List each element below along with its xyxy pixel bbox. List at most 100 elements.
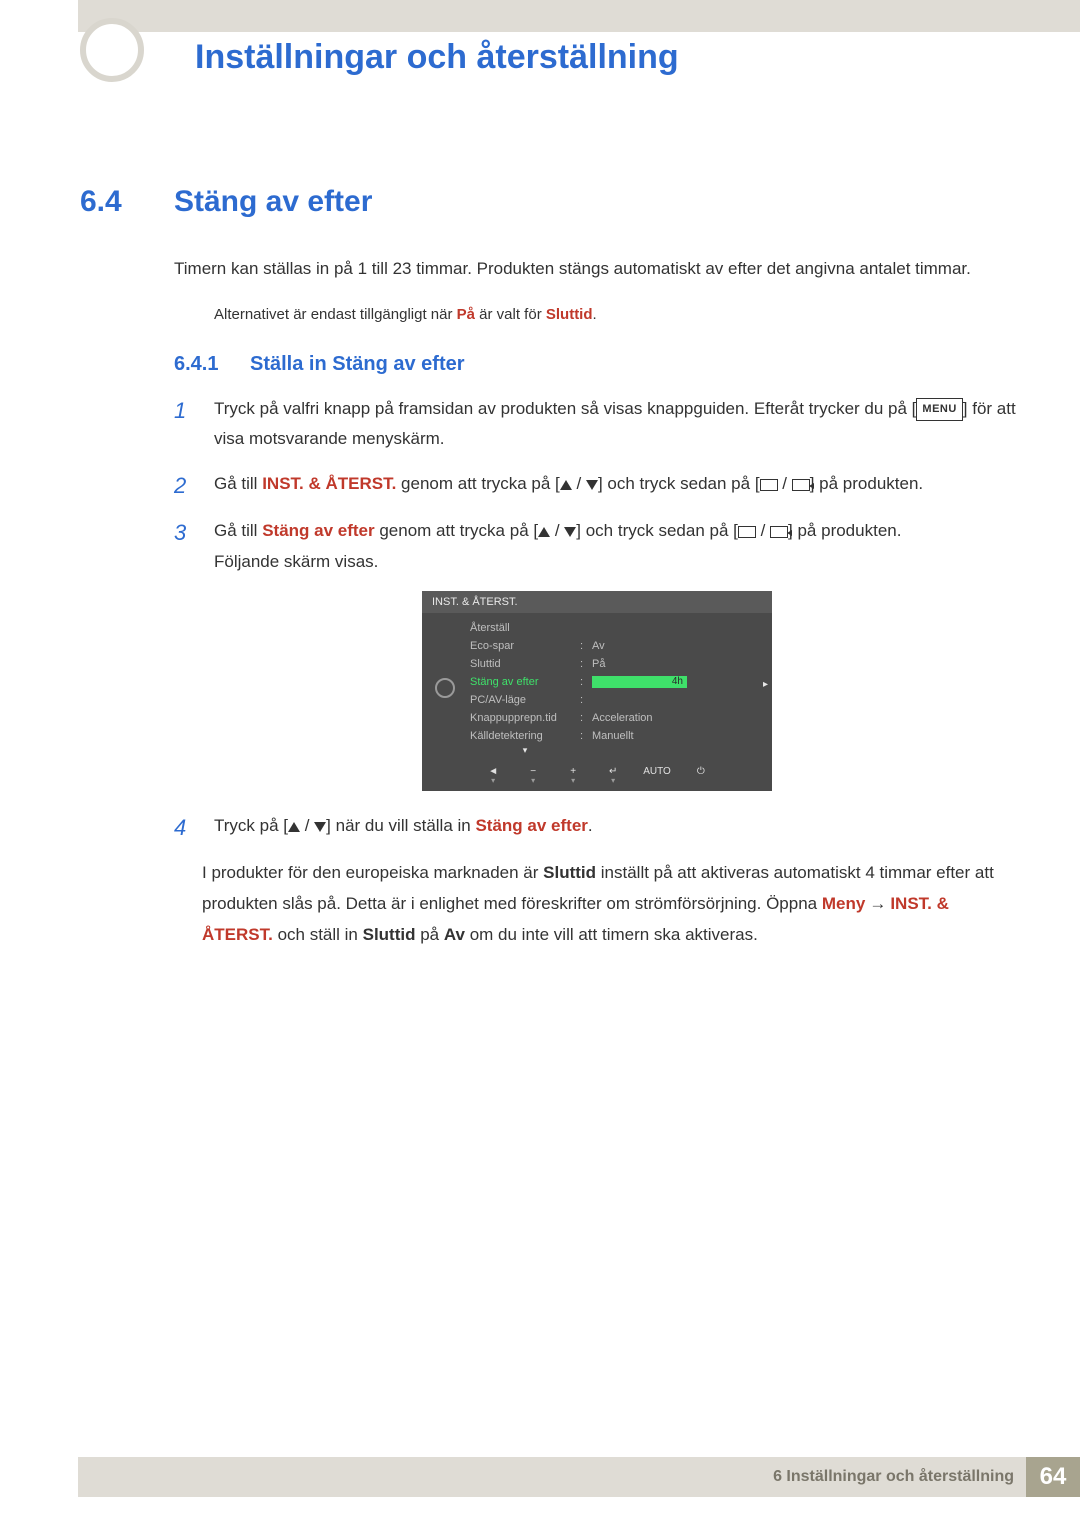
- step-4-num: 4: [174, 811, 194, 844]
- osd-label: Knappupprepn.tid: [470, 712, 580, 724]
- content-area: 6.4 Stäng av efter Timern kan ställas in…: [80, 185, 1020, 950]
- osd-label-highlight: Stäng av efter: [470, 676, 580, 688]
- chapter-circle-icon: [80, 18, 144, 82]
- info-b-av: Av: [444, 925, 465, 944]
- osd-value: Av: [592, 640, 762, 652]
- osd-plus-icon: +▾: [563, 766, 583, 785]
- down-arrow-icon: [564, 527, 576, 537]
- monitor-icon: [738, 526, 756, 538]
- osd-header: INST. & ÅTERST.: [422, 591, 772, 613]
- info-b-sluttid-2: Sluttid: [363, 925, 416, 944]
- osd-label: Återställ: [470, 622, 580, 634]
- step-1: 1 Tryck på valfri knapp på framsidan av …: [174, 394, 1020, 455]
- osd-back-icon: ◄▾: [483, 766, 503, 785]
- step-3-text: Gå till Stäng av efter genom att trycka …: [214, 516, 1020, 577]
- section-number: 6.4: [80, 185, 140, 219]
- step-3-mid2: ] och tryck sedan på [: [576, 521, 738, 540]
- up-arrow-icon: [288, 822, 300, 832]
- step-2-mid: genom att trycka på [: [396, 474, 559, 493]
- osd-slider-value: 4h: [672, 676, 683, 688]
- availability-note: Alternativet är endast tillgängligt när …: [214, 306, 1020, 323]
- info-post: om du inte vill att timern ska aktiveras…: [465, 925, 758, 944]
- step-3: 3 Gå till Stäng av efter genom att tryck…: [174, 516, 1020, 577]
- step-4-text: Tryck på [ / ] när du vill ställa in Stä…: [214, 811, 1020, 844]
- osd-slider-wrap: 4h: [592, 676, 762, 688]
- step-2-pre: Gå till: [214, 474, 262, 493]
- footer-chapter-label: 6 Inställningar och återställning: [773, 1468, 1026, 1486]
- page-number: 64: [1026, 1457, 1080, 1497]
- osd-value: På: [592, 658, 762, 670]
- note-bold-on: På: [457, 306, 475, 323]
- step-3-tail: Följande skärm visas.: [214, 552, 378, 571]
- source-icon: [792, 479, 810, 491]
- osd-label: PC/AV-läge: [470, 694, 580, 706]
- step-2-text: Gå till INST. & ÅTERST. genom att trycka…: [214, 469, 1020, 502]
- osd-row-sluttid: Sluttid:På: [468, 655, 772, 673]
- chapter-title: Inställningar och återställning: [195, 38, 679, 77]
- step-2-post: ] på produkten.: [810, 474, 923, 493]
- step-3-mid: genom att trycka på [: [375, 521, 538, 540]
- osd-label: Källdetektering: [470, 730, 580, 742]
- info-note: I produkter för den europeiska marknaden…: [202, 858, 1020, 950]
- step-4-bold: Stäng av efter: [475, 816, 587, 835]
- osd-row-pcav: PC/AV-läge:: [468, 691, 772, 709]
- gear-icon: [435, 678, 455, 698]
- note-text-2: är valt för: [475, 306, 546, 323]
- subsection-number: 6.4.1: [174, 353, 230, 376]
- source-icon: [770, 526, 788, 538]
- down-arrow-icon: [314, 822, 326, 832]
- step-3-post: ] på produkten.: [788, 521, 901, 540]
- step-2-num: 2: [174, 469, 194, 502]
- up-arrow-icon: [560, 480, 572, 490]
- header-bar: [78, 0, 1080, 32]
- step-1-text: Tryck på valfri knapp på framsidan av pr…: [214, 394, 1020, 455]
- osd-row-knapp: Knappupprepn.tid:Acceleration: [468, 709, 772, 727]
- step-2-mid2: ] och tryck sedan på [: [598, 474, 760, 493]
- osd-auto-label: AUTO: [643, 766, 671, 785]
- section-intro: Timern kan ställas in på 1 till 23 timma…: [174, 255, 1020, 284]
- osd-slider: 4h: [592, 676, 687, 688]
- step-3-pre: Gå till: [214, 521, 262, 540]
- subsection-heading: 6.4.1 Ställa in Stäng av efter: [174, 353, 1020, 376]
- step-4: 4 Tryck på [ / ] när du vill ställa in S…: [174, 811, 1020, 844]
- section-title: Stäng av efter: [174, 185, 372, 219]
- footer-bar: 6 Inställningar och återställning 64: [78, 1457, 1080, 1497]
- osd-footer-controls: ◄▾ −▾ +▾ ↵▾ AUTO ⏻: [422, 762, 772, 785]
- osd-screenshot: INST. & ÅTERST. Återställ Eco-spar:Av: [174, 591, 1020, 791]
- info-b-sluttid: Sluttid: [543, 863, 596, 882]
- osd-value: Manuellt: [592, 730, 762, 742]
- osd-row-reset: Återställ: [468, 619, 772, 637]
- info-mid2: och ställ in: [273, 925, 363, 944]
- section-heading: 6.4 Stäng av efter: [80, 185, 1020, 219]
- step-3-num: 3: [174, 516, 194, 577]
- osd-label: Eco-spar: [470, 640, 580, 652]
- osd-panel: INST. & ÅTERST. Återställ Eco-spar:Av: [422, 591, 772, 791]
- osd-minus-icon: −▾: [523, 766, 543, 785]
- osd-right-arrow-icon: ▸: [763, 679, 768, 690]
- note-text-3: .: [593, 306, 597, 323]
- step-1-num: 1: [174, 394, 194, 455]
- menu-button-icon: MENU: [916, 398, 962, 422]
- osd-scroll-down-icon: ▾: [470, 745, 580, 756]
- osd-enter-icon: ↵▾: [603, 766, 623, 785]
- down-arrow-icon: [586, 480, 598, 490]
- osd-value: Acceleration: [592, 712, 762, 724]
- step-1-pre: Tryck på valfri knapp på framsidan av pr…: [214, 399, 916, 418]
- info-pre: I produkter för den europeiska marknaden…: [202, 863, 543, 882]
- osd-row-ecospar: Eco-spar:Av: [468, 637, 772, 655]
- right-arrow-icon: →: [869, 889, 886, 920]
- step-4-mid: ] när du vill ställa in: [326, 816, 475, 835]
- subsection-title: Ställa in Stäng av efter: [250, 353, 465, 376]
- monitor-icon: [760, 479, 778, 491]
- info-mid3: på: [416, 925, 444, 944]
- step-2-bold: INST. & ÅTERST.: [262, 474, 396, 493]
- osd-row-stang-av-efter: Stäng av efter: 4h: [468, 673, 772, 691]
- osd-power-icon: ⏻: [691, 766, 711, 785]
- step-4-pre: Tryck på [: [214, 816, 288, 835]
- step-3-bold: Stäng av efter: [262, 521, 374, 540]
- osd-label: Sluttid: [470, 658, 580, 670]
- osd-row-kalldet: Källdetektering:Manuellt: [468, 727, 772, 745]
- info-b-meny: Meny: [822, 894, 865, 913]
- note-bold-sluttid: Sluttid: [546, 306, 593, 323]
- step-4-post: .: [588, 816, 593, 835]
